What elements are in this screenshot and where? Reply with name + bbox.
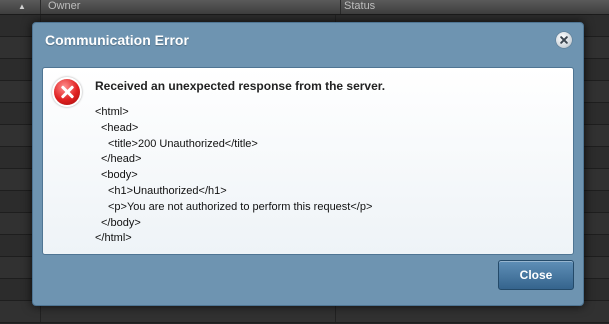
table-header: ▲ Owner Status (0, 0, 609, 15)
response-line: <p>You are not authorized to perform thi… (108, 200, 373, 213)
response-line: <title>200 Unauthorized</title> (108, 137, 258, 150)
close-x-icon[interactable] (556, 32, 572, 48)
dialog-message-panel: Received an unexpected response from the… (42, 67, 574, 255)
server-response-text: <html> <head> <title>200 Unauthorized</t… (95, 105, 372, 247)
response-line: </body> (101, 216, 141, 229)
response-line: <html> (95, 106, 129, 118)
sort-indicator-icon[interactable]: ▲ (4, 0, 41, 14)
column-header-owner[interactable]: Owner (42, 0, 341, 14)
error-dialog: Communication Error Received an unexpect… (32, 22, 584, 306)
close-button[interactable]: Close (498, 260, 574, 290)
response-line: <h1>Unauthorized</h1> (108, 184, 227, 197)
dialog-title-bar[interactable]: Communication Error (33, 23, 583, 59)
error-icon (54, 79, 80, 105)
error-headline: Received an unexpected response from the… (95, 79, 386, 93)
response-line: </head> (101, 153, 142, 166)
dialog-title: Communication Error (45, 32, 189, 48)
response-line: </html> (95, 232, 132, 245)
response-line: <body> (101, 169, 138, 182)
column-header-status[interactable]: Status (336, 0, 609, 14)
response-line: <head> (101, 121, 139, 134)
